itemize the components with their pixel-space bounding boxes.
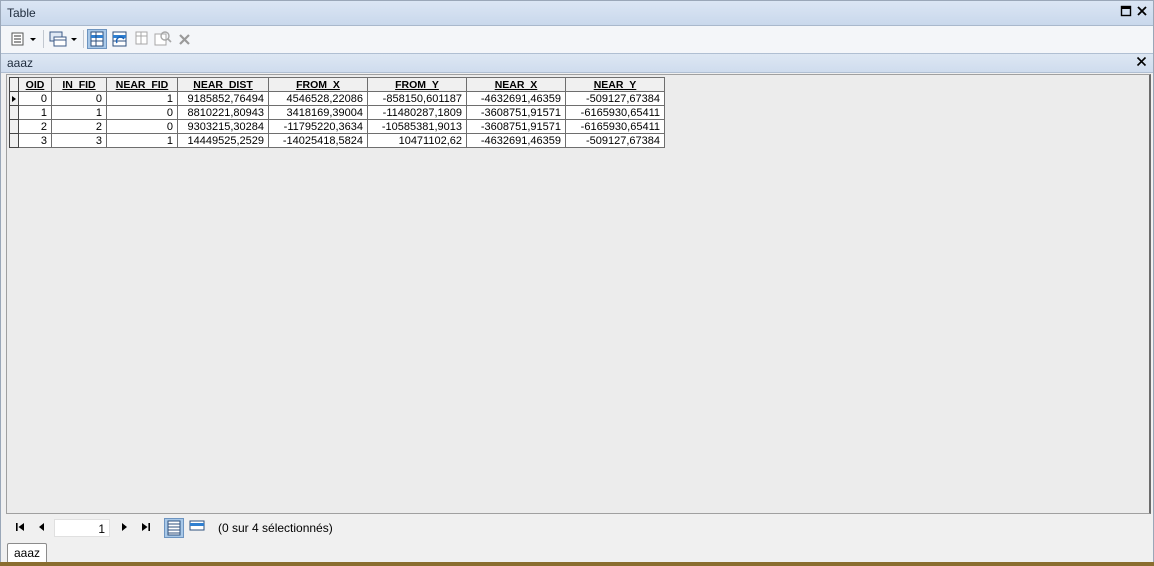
cell[interactable]: 8810221,80943 (177, 105, 269, 120)
cell[interactable]: -11480287,1809 (367, 105, 467, 120)
attribute-table: OID IN_FID NEAR_FID NEAR_DIST FROM_X FRO… (9, 77, 665, 148)
row-selector[interactable] (9, 119, 19, 134)
cell[interactable]: 3418169,39004 (268, 105, 368, 120)
cell[interactable]: -3608751,91571 (466, 119, 566, 134)
show-all-records-button[interactable] (164, 518, 184, 538)
column-header[interactable]: OID (18, 77, 52, 92)
clear-selection-button[interactable] (134, 29, 150, 49)
cell[interactable]: -10585381,9013 (367, 119, 467, 134)
last-record-icon[interactable] (140, 521, 152, 536)
record-navigation-bar: 1 (0 sur 4 sélectionnés) (6, 515, 1151, 541)
table-options-button[interactable] (9, 29, 39, 49)
table-window: Table aaaz OID IN_FID NEAR_FID NEAR_DIST… (0, 0, 1154, 564)
table-header-row: OID IN_FID NEAR_FID NEAR_DIST FROM_X FRO… (9, 77, 665, 92)
cell[interactable]: -14025418,5824 (268, 133, 368, 148)
window-bottom-border (0, 562, 1154, 566)
column-header[interactable]: NEAR_X (466, 77, 566, 92)
table-grid-area: OID IN_FID NEAR_FID NEAR_DIST FROM_X FRO… (6, 74, 1151, 514)
selection-status: (0 sur 4 sélectionnés) (218, 521, 333, 535)
toolbar (1, 26, 1153, 53)
cell[interactable]: 2 (18, 119, 52, 134)
zoom-to-selected-button[interactable] (154, 29, 172, 49)
cell[interactable]: -3608751,91571 (466, 105, 566, 120)
cell[interactable]: 0 (106, 105, 178, 120)
toolbar-separator (83, 30, 84, 48)
cell[interactable]: -6165930,65411 (565, 105, 665, 120)
cell[interactable]: -509127,67384 (565, 91, 665, 106)
column-header[interactable]: FROM_Y (367, 77, 467, 92)
title-bar: Table (1, 1, 1153, 26)
cell[interactable]: 2 (51, 119, 107, 134)
cell[interactable]: 10471102,62 (367, 133, 467, 148)
cell[interactable]: 1 (106, 133, 178, 148)
table-row[interactable]: 0 0 1 9185852,76494 4546528,22086 -85815… (9, 91, 665, 106)
current-record-input[interactable]: 1 (54, 519, 110, 537)
cell[interactable]: 9185852,76494 (177, 91, 269, 106)
current-row-arrow-icon (12, 95, 16, 102)
cell[interactable]: 3 (18, 133, 52, 148)
delete-selected-icon[interactable] (177, 29, 193, 49)
table-row[interactable]: 3 3 1 14449525,2529 -14025418,5824 10471… (9, 133, 665, 148)
cell[interactable]: -509127,67384 (565, 133, 665, 148)
cell[interactable]: 1 (18, 105, 52, 120)
row-selector[interactable] (9, 105, 19, 120)
cell[interactable]: 1 (106, 91, 178, 106)
cell[interactable]: 4546528,22086 (268, 91, 368, 106)
table-tab[interactable]: aaaz (7, 543, 48, 564)
cell[interactable]: -11795220,3634 (268, 119, 368, 134)
cell[interactable]: 0 (18, 91, 52, 106)
table-row[interactable]: 1 1 0 8810221,80943 3418169,39004 -11480… (9, 105, 665, 120)
column-header[interactable]: NEAR_Y (565, 77, 665, 92)
show-selected-records-button[interactable] (188, 518, 208, 538)
column-header[interactable]: NEAR_FID (106, 77, 178, 92)
close-window-icon[interactable] (1135, 5, 1149, 19)
column-header[interactable]: IN_FID (51, 77, 107, 92)
cell[interactable]: -4632691,46359 (466, 91, 566, 106)
window-title: Table (7, 6, 36, 20)
cell[interactable]: 9303215,30284 (177, 119, 269, 134)
layer-name: aaaz (7, 56, 34, 70)
next-record-icon[interactable] (118, 521, 130, 536)
cell[interactable]: 14449525,2529 (177, 133, 269, 148)
related-tables-button[interactable] (48, 29, 80, 49)
cell[interactable]: 1 (51, 105, 107, 120)
column-header[interactable]: NEAR_DIST (177, 77, 269, 92)
switch-selection-button[interactable] (110, 29, 130, 49)
close-table-icon[interactable] (1136, 55, 1147, 70)
table-row[interactable]: 2 2 0 9303215,30284 -11795220,3634 -1058… (9, 119, 665, 134)
cell[interactable]: 0 (51, 91, 107, 106)
first-record-icon[interactable] (14, 521, 26, 536)
maximize-icon[interactable] (1119, 5, 1133, 19)
previous-record-icon[interactable] (36, 521, 48, 536)
column-header[interactable]: FROM_X (268, 77, 368, 92)
cell[interactable]: -4632691,46359 (466, 133, 566, 148)
cell[interactable]: 3 (51, 133, 107, 148)
cell[interactable]: -6165930,65411 (565, 119, 665, 134)
toolbar-separator (43, 30, 44, 48)
select-by-attributes-button[interactable] (87, 29, 107, 49)
row-selector[interactable] (9, 133, 19, 148)
cell[interactable]: 0 (106, 119, 178, 134)
cell[interactable]: -858150,601187 (367, 91, 467, 106)
layer-header: aaaz (1, 53, 1153, 73)
select-all-cell[interactable] (9, 77, 19, 92)
current-row-indicator[interactable] (9, 91, 19, 106)
